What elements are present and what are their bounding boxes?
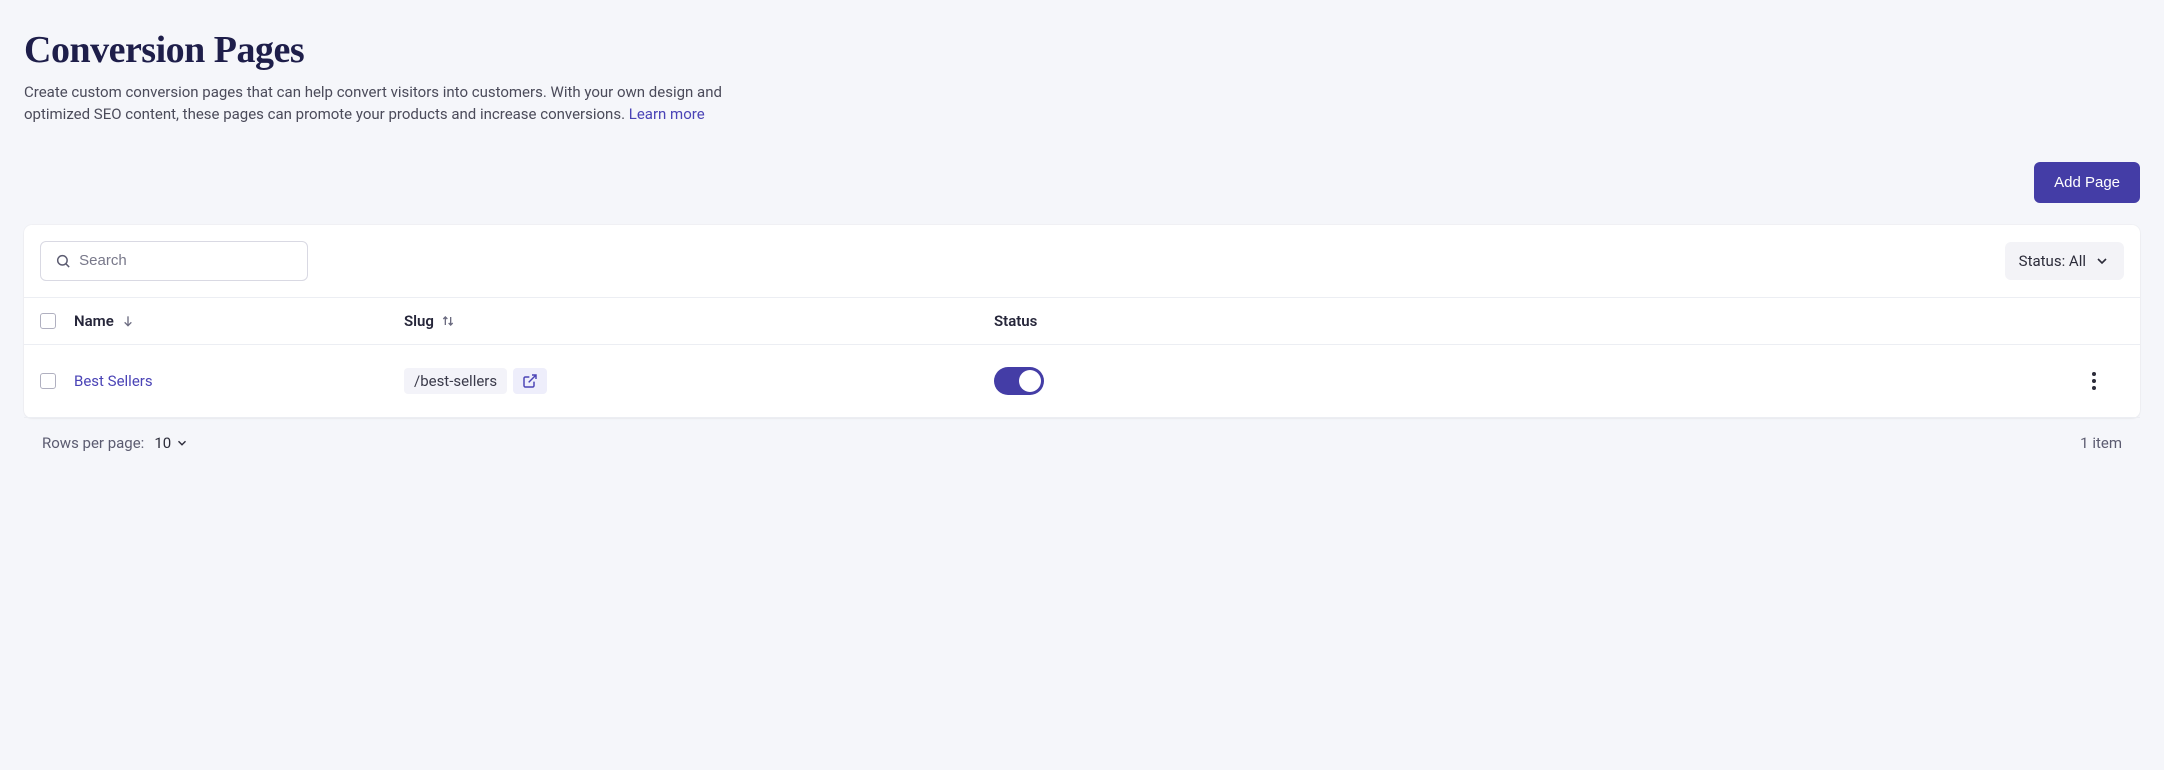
card-toolbar: Status: All: [24, 225, 2140, 297]
page-actions: Add Page: [24, 162, 2140, 203]
sort-icon: [440, 313, 456, 329]
rows-per-page-label: Rows per page:: [42, 434, 144, 452]
page-title: Conversion Pages: [24, 28, 2140, 72]
rows-per-page: Rows per page: 10: [42, 434, 189, 452]
status-filter-label: Status: All: [2019, 252, 2086, 270]
slug-pill: /best-sellers: [404, 368, 507, 394]
open-in-new-icon: [522, 373, 538, 389]
column-status-label: Status: [994, 312, 1037, 330]
add-page-button[interactable]: Add Page: [2034, 162, 2140, 203]
column-name[interactable]: Name: [74, 312, 404, 330]
page-description-text: Create custom conversion pages that can …: [24, 83, 722, 123]
chevron-down-icon: [175, 436, 189, 450]
table-row: Best Sellers /best-sellers: [24, 345, 2140, 418]
page-name-link[interactable]: Best Sellers: [74, 372, 153, 390]
table-header: Name Slug Status: [24, 297, 2140, 345]
column-status: Status: [994, 312, 2064, 330]
select-all-checkbox[interactable]: [40, 313, 56, 329]
toggle-knob: [1019, 370, 1041, 392]
chevron-down-icon: [2094, 253, 2110, 269]
status-filter[interactable]: Status: All: [2005, 242, 2124, 280]
column-name-label: Name: [74, 312, 114, 330]
open-page-button[interactable]: [513, 368, 547, 394]
pagination-bar: Rows per page: 10 1 item: [24, 418, 2140, 456]
page-description: Create custom conversion pages that can …: [24, 82, 724, 126]
row-checkbox[interactable]: [40, 373, 56, 389]
pages-card: Status: All Name Slug Status Best Seller…: [24, 225, 2140, 418]
column-slug[interactable]: Slug: [404, 312, 994, 330]
rows-per-page-select[interactable]: 10: [154, 434, 189, 452]
slug-cell: /best-sellers: [404, 368, 547, 394]
search-field[interactable]: [40, 241, 308, 281]
row-actions-menu-button[interactable]: [2084, 367, 2104, 395]
rows-per-page-value: 10: [154, 434, 171, 452]
column-slug-label: Slug: [404, 312, 434, 330]
sort-down-icon: [120, 313, 136, 329]
learn-more-link[interactable]: Learn more: [629, 105, 705, 123]
search-icon: [55, 252, 71, 270]
status-toggle[interactable]: [994, 367, 1044, 395]
item-count: 1 item: [2080, 434, 2122, 452]
kebab-icon: [2092, 372, 2096, 390]
search-input[interactable]: [79, 252, 293, 269]
